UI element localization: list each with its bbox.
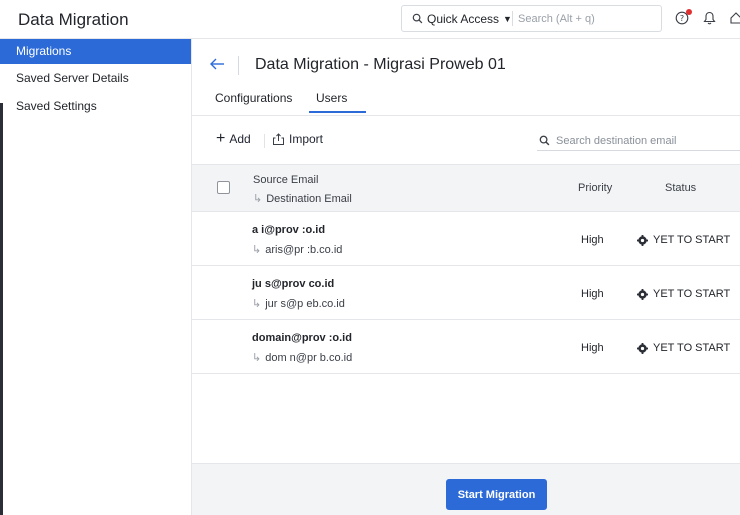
gear-status-icon [637, 234, 648, 246]
divider [512, 11, 513, 26]
notification-dot [686, 9, 692, 15]
add-button[interactable]: + Add [216, 130, 251, 147]
title-divider [238, 56, 239, 75]
column-header-destination: ↳ Destination Email [253, 192, 352, 206]
import-icon [273, 132, 284, 145]
destination-email: aris@pr :b.co.id [265, 243, 343, 256]
quick-access-bar: Quick Access ▼ [401, 5, 662, 32]
status-badge: YET TO START [637, 234, 730, 246]
status-text: YET TO START [653, 342, 731, 354]
sub-arrow-icon: ↳ [253, 193, 263, 205]
tab-users[interactable]: Users [316, 91, 347, 112]
toolbar-divider [264, 134, 265, 148]
main-panel: Data Migration - Migrasi Proweb 01 Confi… [192, 39, 740, 515]
sub-arrow-icon: ↳ [252, 298, 262, 310]
sub-arrow-icon: ↳ [252, 244, 262, 256]
tab-configurations[interactable]: Configurations [215, 91, 292, 112]
sidebar-item-saved-server-details[interactable]: Saved Server Details [0, 64, 191, 92]
home-icon[interactable] [730, 11, 740, 25]
caret-down-icon: ▼ [503, 13, 512, 24]
search-icon [539, 135, 550, 146]
back-arrow-icon[interactable] [209, 57, 225, 71]
source-email: ju s@prov co.id [252, 278, 335, 290]
gear-status-icon [637, 342, 648, 354]
plus-icon: + [216, 130, 226, 147]
select-all-checkbox[interactable] [217, 181, 230, 194]
table-header: Source Email ↳ Destination Email Priorit… [192, 164, 740, 212]
import-label: Import [289, 132, 324, 146]
import-button[interactable]: Import [272, 132, 323, 146]
destination-email-cell: ↳ dom n@pr b.co.id [252, 351, 353, 365]
column-header-destination-email: Destination Email [266, 192, 352, 205]
status-badge: YET TO START [637, 342, 730, 354]
destination-search-input[interactable] [556, 134, 726, 147]
sidebar: Migrations Saved Server Details Saved Se… [0, 39, 192, 515]
bell-icon[interactable] [703, 11, 716, 25]
source-email: domain@prov :o.id [252, 332, 352, 344]
top-header: Data Migration Quick Access ▼ ? [0, 0, 740, 39]
destination-email-cell: ↳ jur s@p eb.co.id [252, 297, 345, 311]
quick-access-label: Quick Access [427, 11, 500, 26]
active-tab-indicator [309, 111, 366, 113]
page-title: Data Migration - Migrasi Proweb 01 [255, 56, 506, 73]
destination-search [537, 131, 740, 151]
gear-status-icon [637, 288, 648, 300]
priority-value: High [581, 234, 604, 246]
table-row[interactable]: ju s@prov co.id ↳ jur s@p eb.co.id High … [192, 266, 740, 320]
start-migration-button[interactable]: Start Migration [446, 479, 547, 510]
column-header-priority: Priority [578, 182, 613, 194]
window-edge [0, 103, 3, 515]
table-row[interactable]: a i@prov :o.id ↳ aris@pr :b.co.id High Y… [192, 212, 740, 266]
quick-access-button[interactable]: Quick Access ▼ [402, 6, 512, 31]
destination-email: dom n@pr b.co.id [265, 351, 353, 364]
destination-email-cell: ↳ aris@pr :b.co.id [252, 243, 343, 257]
svg-text:?: ? [680, 14, 684, 23]
status-badge: YET TO START [637, 288, 730, 300]
add-label: Add [229, 132, 251, 146]
app-title: Data Migration [18, 10, 129, 29]
search-icon [412, 13, 423, 24]
tabs-divider [192, 115, 740, 116]
priority-value: High [581, 342, 604, 354]
status-text: YET TO START [653, 234, 731, 246]
column-header-status: Status [665, 182, 697, 194]
status-text: YET TO START [653, 288, 731, 300]
footer-bar: Start Migration [192, 463, 740, 515]
priority-value: High [581, 288, 604, 300]
source-email: a i@prov :o.id [252, 224, 326, 236]
column-header-source-email: Source Email [253, 174, 319, 186]
destination-email: jur s@p eb.co.id [265, 297, 345, 310]
table-row[interactable]: domain@prov :o.id ↳ dom n@pr b.co.id Hig… [192, 320, 740, 374]
sidebar-item-migrations[interactable]: Migrations [0, 39, 191, 64]
sidebar-item-saved-settings[interactable]: Saved Settings [0, 92, 191, 120]
sub-arrow-icon: ↳ [252, 352, 262, 364]
global-search-input[interactable] [518, 9, 658, 28]
